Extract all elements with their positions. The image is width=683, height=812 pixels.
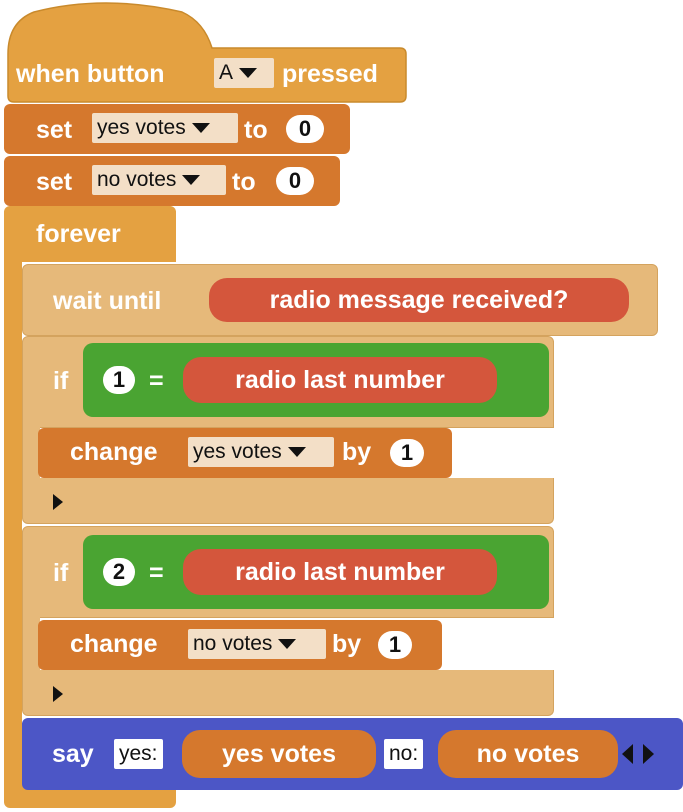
set-label: set — [36, 168, 73, 196]
set-block-yes-votes[interactable]: set yes votes to 0 — [4, 104, 350, 154]
button-dropdown[interactable]: A — [214, 58, 274, 88]
say-block[interactable]: say yes: yes votes no: no votes — [22, 718, 683, 790]
number-input-left[interactable]: 1 — [103, 366, 135, 394]
no-votes-reporter[interactable]: no votes — [438, 730, 618, 778]
if-block-1-bottom[interactable] — [22, 478, 554, 524]
to-label: to — [232, 168, 256, 196]
variable-name: yes votes — [193, 440, 282, 463]
if-label: if — [53, 559, 69, 587]
change-block-yes-votes[interactable]: change yes votes by 1 — [38, 428, 452, 478]
string-input-no[interactable]: no: — [384, 739, 424, 769]
variable-dropdown-yes-votes[interactable]: yes votes — [188, 437, 334, 467]
left-right-arrows-icon[interactable] — [622, 742, 654, 766]
if-block-2-bottom[interactable] — [22, 670, 554, 716]
chevron-down-icon — [191, 123, 210, 134]
variable-name: no votes — [193, 632, 273, 655]
hat-prefix: when button — [16, 60, 165, 88]
number-input-left[interactable]: 2 — [103, 558, 135, 586]
variable-dropdown-yes-votes[interactable]: yes votes — [92, 113, 238, 143]
by-label: by — [342, 438, 372, 466]
equals-operator: = — [149, 559, 164, 587]
number-input-value[interactable]: 1 — [390, 439, 424, 467]
chevron-down-icon — [182, 175, 201, 186]
wait-until-block[interactable]: wait until radio message received? — [22, 264, 658, 336]
variable-dropdown-no-votes[interactable]: no votes — [188, 629, 326, 659]
variable-name: no votes — [97, 168, 177, 191]
number-input-value[interactable]: 0 — [286, 115, 324, 143]
chevron-down-icon — [239, 68, 258, 79]
say-label: say — [52, 740, 94, 768]
if-block-2[interactable]: if 2 = radio last number — [22, 526, 554, 618]
button-value: A — [219, 61, 234, 84]
forever-block-arm — [4, 262, 22, 772]
compare-block[interactable]: 1 = radio last number — [83, 343, 549, 417]
by-label: by — [332, 630, 362, 658]
compare-block[interactable]: 2 = radio last number — [83, 535, 549, 609]
change-label: change — [70, 438, 158, 466]
change-block-no-votes[interactable]: change no votes by 1 — [38, 620, 442, 670]
change-label: change — [70, 630, 158, 658]
number-input-value[interactable]: 1 — [378, 631, 412, 659]
chevron-down-icon — [287, 447, 306, 458]
forever-label: forever — [36, 220, 121, 248]
number-input-value[interactable]: 0 — [276, 167, 314, 195]
wait-until-label: wait until — [53, 287, 162, 315]
yes-votes-reporter[interactable]: yes votes — [182, 730, 376, 778]
radio-message-received-reporter[interactable]: radio message received? — [209, 278, 629, 322]
forever-block[interactable]: forever — [4, 206, 176, 262]
variable-dropdown-no-votes[interactable]: no votes — [92, 165, 226, 195]
string-input-yes[interactable]: yes: — [114, 739, 163, 769]
if-label: if — [53, 367, 69, 395]
expand-arrow-icon[interactable] — [53, 494, 63, 510]
set-label: set — [36, 116, 73, 144]
hat-shape — [7, 2, 407, 103]
hat-suffix: pressed — [282, 60, 378, 88]
if-block-1[interactable]: if 1 = radio last number — [22, 336, 554, 428]
hat-block-when-button-pressed[interactable]: when button A pressed — [4, 0, 408, 104]
set-block-no-votes[interactable]: set no votes to 0 — [4, 156, 340, 206]
chevron-down-icon — [278, 639, 297, 650]
variable-name: yes votes — [97, 116, 186, 139]
radio-last-number-reporter[interactable]: radio last number — [183, 357, 497, 403]
to-label: to — [244, 116, 268, 144]
equals-operator: = — [149, 367, 164, 395]
expand-arrow-icon[interactable] — [53, 686, 63, 702]
radio-last-number-reporter[interactable]: radio last number — [183, 549, 497, 595]
